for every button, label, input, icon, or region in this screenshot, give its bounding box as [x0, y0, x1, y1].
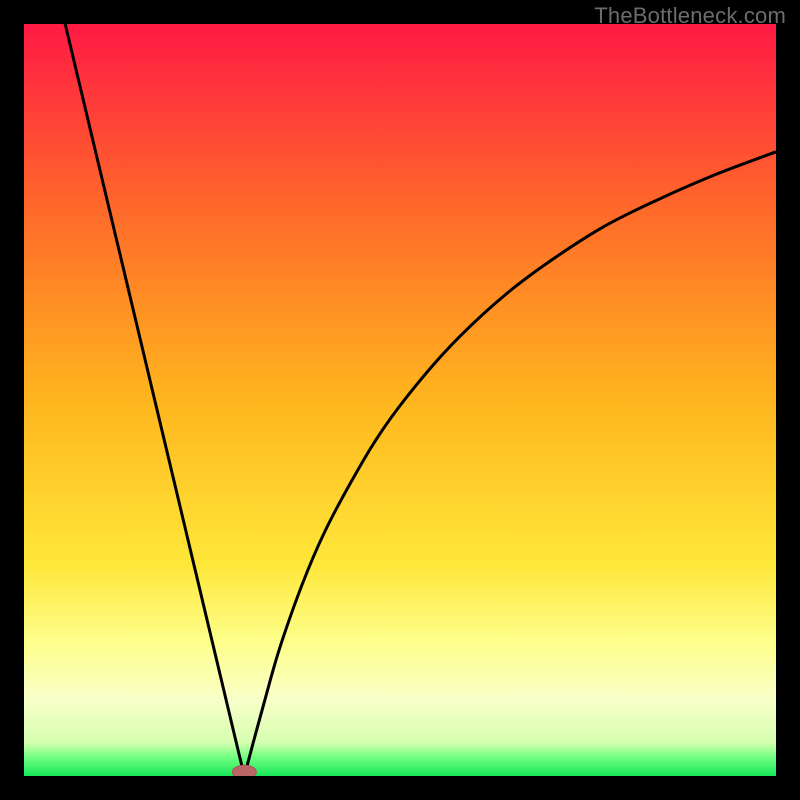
chart-frame: [24, 24, 776, 776]
minimum-marker: [232, 765, 256, 776]
watermark-text: TheBottleneck.com: [594, 3, 786, 29]
chart-svg: [24, 24, 776, 776]
chart-background: [24, 24, 776, 776]
